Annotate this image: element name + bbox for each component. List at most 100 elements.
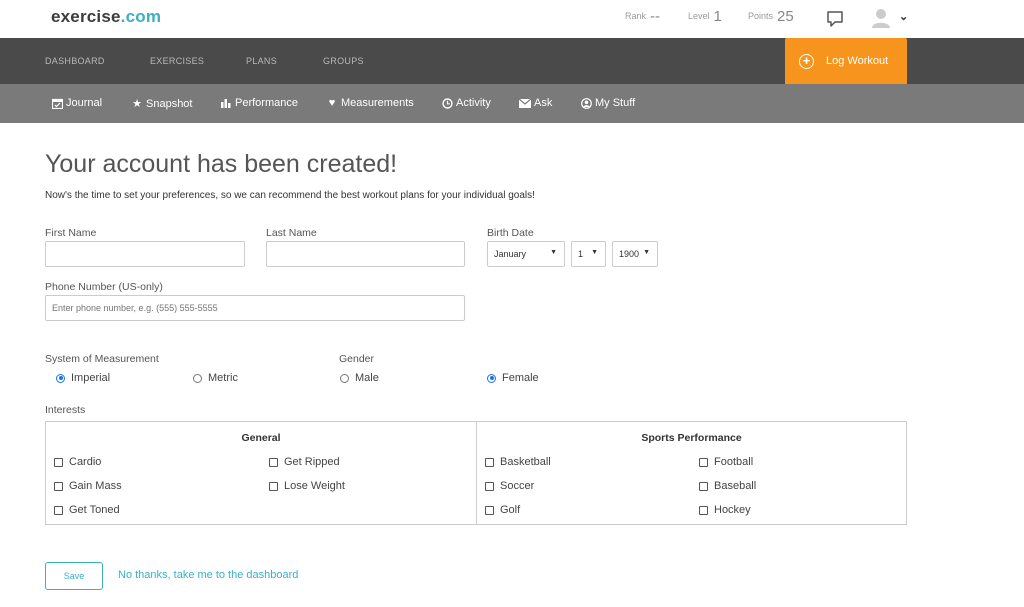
checkbox-get-toned[interactable]: Get Toned [54, 504, 120, 516]
chat-icon[interactable] [826, 10, 844, 28]
subnav-performance[interactable]: Performance [221, 97, 298, 109]
checkbox-football[interactable]: Football [699, 456, 753, 468]
caret-down-icon: ▼ [643, 249, 650, 256]
measurement-label: System of Measurement [45, 353, 159, 365]
checkbox-square [269, 457, 278, 467]
points-stat: Points 25 [748, 8, 794, 25]
subnav-activity[interactable]: Activity [442, 97, 491, 109]
checkbox-square [699, 505, 708, 515]
user-menu[interactable]: ⌄ [871, 7, 911, 29]
birth-year-value: 1900 [619, 249, 640, 259]
birth-month-value: January [494, 249, 527, 259]
checkbox-label: Basketball [500, 456, 551, 468]
last-name-input[interactable] [266, 241, 465, 267]
page-subtitle: Now's the time to set your preferences, … [45, 190, 535, 201]
phone-label: Phone Number (US-only) [45, 281, 163, 293]
subnav-my-stuff[interactable]: My Stuff [581, 97, 635, 109]
checkbox-label: Gain Mass [69, 480, 122, 492]
caret-down-icon: ▼ [550, 249, 557, 256]
checkbox-cardio[interactable]: Cardio [54, 456, 101, 468]
radio-male-label: Male [355, 372, 379, 384]
subnav-ask[interactable]: Ask [519, 97, 552, 109]
radio-indicator [487, 373, 496, 383]
top-header: exercise.com Rank -- Level 1 Points 25 ⌄ [0, 0, 1024, 38]
nav-dashboard[interactable]: DASHBOARD [45, 56, 105, 66]
page-title: Your account has been created! [45, 150, 398, 178]
points-label: Points [748, 11, 774, 21]
subnav-snapshot-label: Snapshot [146, 97, 193, 110]
calendar-icon [52, 98, 63, 109]
checkbox-square [54, 505, 63, 515]
checkbox-square [485, 481, 494, 491]
log-workout-label: Log Workout [826, 55, 889, 67]
rank-value: -- [650, 8, 661, 25]
radio-female[interactable]: Female [487, 372, 539, 384]
checkbox-basketball[interactable]: Basketball [485, 456, 551, 468]
radio-indicator [56, 373, 65, 383]
site-logo[interactable]: exercise.com [51, 7, 161, 27]
checkbox-label: Soccer [500, 480, 535, 492]
interests-label: Interests [45, 404, 86, 416]
chevron-down-icon: ⌄ [899, 11, 909, 23]
checkbox-square [269, 481, 278, 491]
checkbox-label: Get Ripped [284, 456, 340, 468]
radio-imperial[interactable]: Imperial [56, 372, 110, 384]
first-name-input[interactable] [45, 241, 245, 267]
clock-icon [442, 97, 453, 109]
subnav-measurements[interactable]: ♥ Measurements [326, 97, 414, 109]
save-button[interactable]: Save [45, 562, 103, 590]
avatar-icon [872, 9, 890, 28]
checkbox-square [699, 481, 708, 491]
radio-indicator [340, 373, 349, 383]
checkbox-gain-mass[interactable]: Gain Mass [54, 480, 122, 492]
checkbox-square [699, 457, 708, 467]
checkbox-soccer[interactable]: Soccer [485, 480, 534, 492]
general-interests-box: General Cardio Get Ripped Gain Mass Lose… [45, 421, 477, 525]
checkbox-square [485, 457, 494, 467]
birth-month-select[interactable]: January ▼ [487, 241, 565, 267]
nav-groups[interactable]: GROUPS [323, 56, 364, 66]
subnav-ask-label: Ask [534, 97, 553, 109]
subnav-journal[interactable]: Journal [52, 97, 102, 109]
subnav-performance-label: Performance [235, 97, 298, 109]
birth-date-label: Birth Date [487, 227, 534, 239]
radio-imperial-label: Imperial [71, 372, 111, 384]
sports-interests-box: Sports Performance Basketball Football S… [476, 421, 907, 525]
checkbox-square [54, 481, 63, 491]
checkbox-lose-weight[interactable]: Lose Weight [269, 480, 345, 492]
birth-year-select[interactable]: 1900 ▼ [612, 241, 658, 267]
points-value: 25 [777, 8, 794, 25]
radio-metric[interactable]: Metric [193, 372, 238, 384]
subnav-my-stuff-label: My Stuff [595, 97, 636, 109]
subnav-snapshot[interactable]: ★ Snapshot [131, 97, 193, 111]
skip-to-dashboard-link[interactable]: No thanks, take me to the dashboard [118, 569, 298, 581]
rank-stat: Rank -- [625, 8, 660, 25]
bar-chart-icon [221, 99, 231, 108]
checkbox-label: Get Toned [69, 504, 120, 516]
nav-plans[interactable]: PLANS [246, 56, 277, 66]
nav-exercises[interactable]: EXERCISES [150, 56, 204, 66]
radio-male[interactable]: Male [340, 372, 379, 384]
first-name-label: First Name [45, 227, 97, 239]
log-workout-button[interactable]: + Log Workout [785, 38, 907, 85]
radio-indicator [193, 373, 202, 383]
radio-metric-label: Metric [208, 372, 238, 384]
general-heading: General [241, 432, 281, 444]
checkbox-square [54, 457, 63, 467]
level-value: 1 [713, 8, 722, 25]
checkbox-get-ripped[interactable]: Get Ripped [269, 456, 340, 468]
level-stat: Level 1 [688, 8, 722, 25]
checkbox-hockey[interactable]: Hockey [699, 504, 751, 516]
checkbox-label: Cardio [69, 456, 102, 468]
subnav-measurements-label: Measurements [341, 97, 414, 109]
phone-input[interactable] [45, 295, 465, 321]
checkbox-golf[interactable]: Golf [485, 504, 520, 516]
birth-day-select[interactable]: 1 ▼ [571, 241, 606, 267]
envelope-icon [519, 98, 531, 108]
checkbox-baseball[interactable]: Baseball [699, 480, 756, 492]
heart-pulse-icon: ♥ [328, 97, 336, 109]
user-circle-icon [581, 97, 592, 109]
checkbox-label: Lose Weight [284, 480, 345, 492]
last-name-label: Last Name [266, 227, 317, 239]
checkbox-label: Hockey [714, 504, 751, 516]
